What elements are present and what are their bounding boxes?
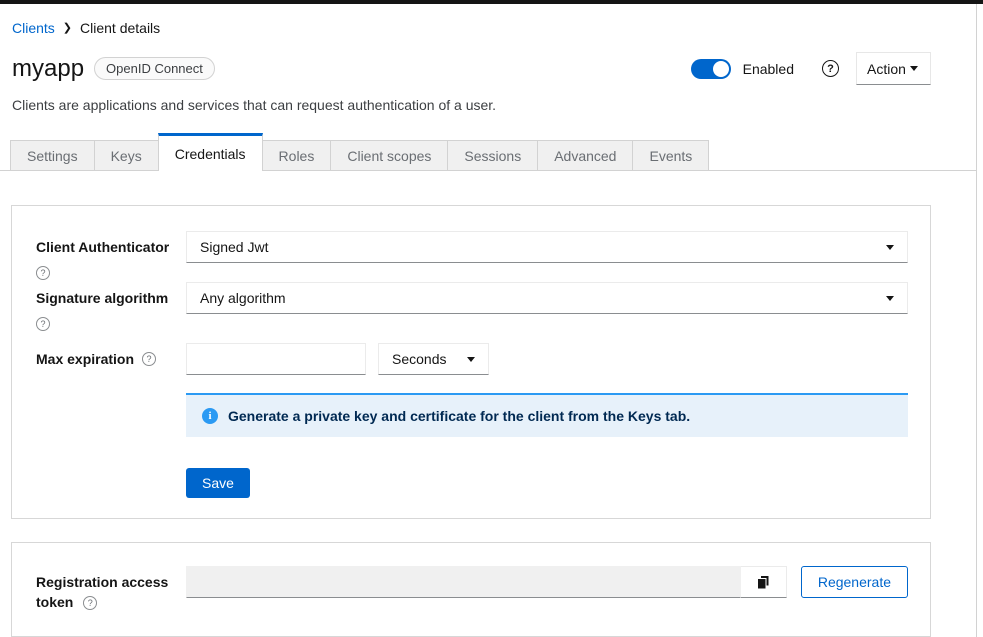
chevron-down-icon — [910, 66, 918, 71]
tab-client-scopes[interactable]: Client scopes — [330, 140, 448, 170]
registration-token-label: Registration access token — [36, 574, 168, 610]
header-controls: Enabled ? Action — [691, 52, 931, 85]
max-expiration-row: Max expiration ? Seconds — [36, 343, 908, 375]
copy-button[interactable] — [741, 566, 787, 598]
registration-token-label-col: Registration access token ? — [36, 566, 186, 612]
chevron-down-icon — [886, 245, 894, 250]
signature-algorithm-label: Signature algorithm — [36, 288, 186, 308]
breadcrumb-link-clients[interactable]: Clients — [12, 20, 55, 36]
title-row: myapp OpenID Connect Enabled ? Action — [12, 52, 931, 85]
max-expiration-label-col: Max expiration ? — [36, 343, 186, 369]
client-authenticator-value: Signed Jwt — [200, 239, 268, 255]
regenerate-button[interactable]: Regenerate — [801, 566, 908, 598]
client-authenticator-help-icon[interactable]: ? — [36, 266, 50, 280]
help-icon[interactable]: ? — [822, 60, 839, 77]
registration-token-input — [186, 566, 741, 598]
signature-algorithm-label-col: Signature algorithm ? — [36, 282, 186, 331]
registration-token-help-icon[interactable]: ? — [83, 596, 97, 610]
breadcrumb-separator-icon: ❯ — [63, 23, 72, 34]
alert-message: Generate a private key and certificate f… — [228, 408, 690, 424]
client-authenticator-select[interactable]: Signed Jwt — [186, 231, 908, 263]
tab-credentials[interactable]: Credentials — [158, 133, 263, 171]
breadcrumb: Clients ❯ Client details — [12, 20, 931, 36]
page-header: Clients ❯ Client details myapp OpenID Co… — [0, 4, 976, 113]
action-dropdown[interactable]: Action — [856, 52, 931, 85]
registration-card: Registration access token ? — [11, 542, 931, 637]
chevron-down-icon — [886, 296, 894, 301]
action-dropdown-label: Action — [867, 61, 906, 77]
tab-settings[interactable]: Settings — [10, 140, 95, 170]
tab-roles[interactable]: Roles — [262, 140, 332, 170]
breadcrumb-current: Client details — [80, 20, 160, 36]
registration-token-input-group — [186, 566, 787, 598]
max-expiration-help-icon[interactable]: ? — [142, 352, 156, 366]
tab-content: Client Authenticator ? Signed Jwt Signat… — [0, 171, 976, 637]
time-unit-select[interactable]: Seconds — [378, 343, 489, 375]
tab-events[interactable]: Events — [632, 140, 709, 170]
signature-algorithm-value: Any algorithm — [200, 290, 286, 306]
tab-sessions[interactable]: Sessions — [447, 140, 538, 170]
tab-advanced[interactable]: Advanced — [537, 140, 633, 170]
time-unit-value: Seconds — [392, 351, 446, 367]
credentials-card: Client Authenticator ? Signed Jwt Signat… — [11, 205, 931, 519]
page-title: myapp — [12, 55, 84, 83]
client-authenticator-row: Client Authenticator ? Signed Jwt — [36, 231, 908, 280]
alert-row: i Generate a private key and certificate… — [36, 393, 908, 437]
info-icon: i — [202, 408, 218, 424]
signature-algorithm-select[interactable]: Any algorithm — [186, 282, 908, 314]
client-authenticator-label-col: Client Authenticator ? — [36, 231, 186, 280]
title-group: myapp OpenID Connect — [12, 55, 215, 83]
enabled-toggle[interactable] — [691, 59, 731, 79]
actions-row: Save — [36, 437, 908, 498]
tab-keys[interactable]: Keys — [94, 140, 159, 170]
max-expiration-input[interactable] — [186, 343, 366, 375]
signature-algorithm-help-icon[interactable]: ? — [36, 317, 50, 331]
copy-icon — [755, 574, 771, 590]
tabs: Settings Keys Credentials Roles Client s… — [0, 133, 976, 171]
page-description: Clients are applications and services th… — [12, 97, 931, 113]
chevron-down-icon — [467, 357, 475, 362]
enabled-label: Enabled — [743, 61, 794, 77]
client-details-page: Clients ❯ Client details myapp OpenID Co… — [0, 4, 977, 637]
signature-algorithm-row: Signature algorithm ? Any algorithm — [36, 282, 908, 331]
toggle-knob — [713, 61, 729, 77]
save-button[interactable]: Save — [186, 468, 250, 498]
max-expiration-label: Max expiration — [36, 349, 134, 369]
registration-token-row: Registration access token ? — [36, 566, 908, 612]
protocol-badge: OpenID Connect — [94, 57, 215, 80]
info-alert: i Generate a private key and certificate… — [186, 393, 908, 437]
client-authenticator-label: Client Authenticator — [36, 237, 186, 257]
